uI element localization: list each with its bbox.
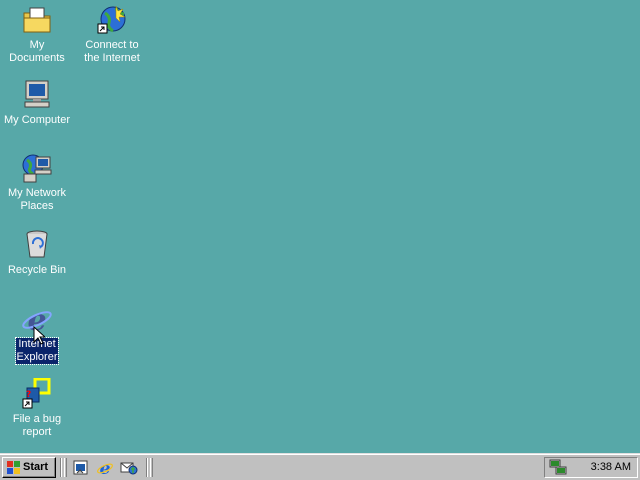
desktop-icon-my-documents[interactable]: My Documents [0, 4, 74, 66]
desktop-icon-my-computer[interactable]: My Computer [0, 78, 74, 128]
start-button-label: Start [23, 461, 49, 473]
taskbar-separator [60, 458, 62, 477]
desktop-icon-label: My Network Places [7, 187, 67, 212]
outlook-express-icon[interactable] [120, 459, 138, 477]
desktop-icon-file-bug-report[interactable]: ? File a bug report [0, 378, 74, 440]
bug-report-shortcut-icon: ? [22, 378, 51, 409]
desktop-icon-label: File a bug report [12, 413, 62, 438]
desktop-icon-label: My Computer [3, 114, 71, 126]
taskbar-separator [146, 458, 148, 477]
task-area-grip[interactable] [150, 458, 153, 477]
taskbar: Start e 3:38 AM [0, 453, 640, 480]
internet-explorer-icon[interactable]: e [96, 459, 114, 477]
desktop-icon-connect-to-internet[interactable]: Connect to the Internet [75, 4, 149, 66]
recycle-bin-icon [26, 230, 48, 258]
network-connection-icon[interactable] [549, 459, 567, 476]
desktop-icon-recycle-bin[interactable]: Recycle Bin [0, 228, 74, 278]
computer-icon [24, 80, 50, 108]
clock[interactable]: 3:38 AM [591, 461, 631, 473]
desktop[interactable]: My Documents Connect to the Internet My … [0, 0, 640, 453]
desktop-icon-label: My Documents [9, 39, 65, 64]
desktop-icon-label: Recycle Bin [7, 264, 67, 276]
network-places-icon [22, 154, 52, 183]
folder-documents-icon [23, 7, 51, 33]
svg-text:e: e [100, 459, 111, 477]
mouse-cursor-icon [33, 326, 45, 345]
windows-logo-icon [7, 461, 20, 474]
connect-internet-icon [97, 5, 126, 34]
show-desktop-icon[interactable] [72, 459, 90, 477]
start-button[interactable]: Start [2, 457, 56, 478]
desktop-icon-my-network-places[interactable]: My Network Places [0, 152, 74, 214]
system-tray: 3:38 AM [544, 457, 638, 478]
quick-launch-grip[interactable] [64, 458, 67, 477]
desktop-icon-label: Connect to the Internet [84, 39, 140, 64]
